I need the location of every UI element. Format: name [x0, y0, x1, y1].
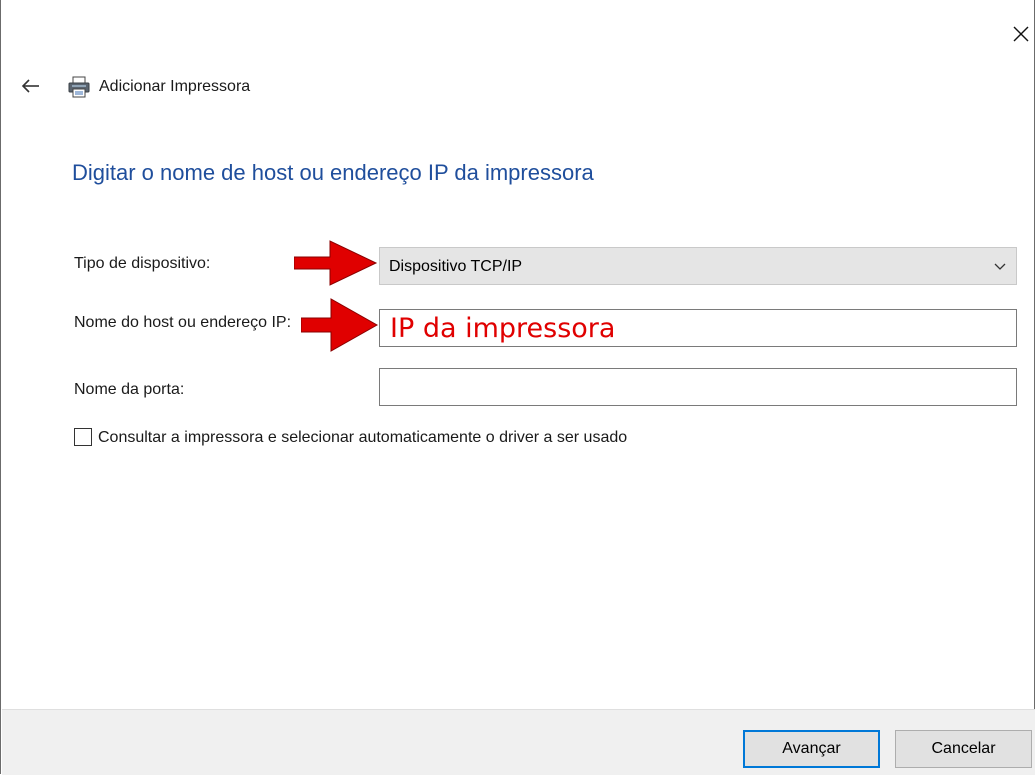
close-icon — [1013, 26, 1029, 42]
close-button[interactable] — [1005, 18, 1036, 50]
auto-driver-label[interactable]: Consultar a impressora e selecionar auto… — [98, 429, 627, 447]
device-type-select[interactable]: Dispositivo TCP/IP — [379, 247, 1017, 285]
device-type-label: Tipo de dispositivo: — [74, 255, 211, 272]
port-label: Nome da porta: — [74, 381, 185, 398]
device-type-selected-value: Dispositivo TCP/IP — [389, 258, 523, 275]
port-input[interactable] — [379, 368, 1017, 406]
next-button[interactable]: Avançar — [743, 730, 880, 768]
footer-bar: Avançar Cancelar — [2, 709, 1035, 775]
page-heading: Digitar o nome de host ou endereço IP da… — [72, 160, 594, 185]
host-input[interactable] — [379, 309, 1017, 347]
cancel-button[interactable]: Cancelar — [895, 730, 1032, 768]
back-arrow-icon — [21, 79, 39, 93]
red-arrow-icon — [294, 240, 378, 286]
window-title: Adicionar Impressora — [99, 78, 251, 95]
red-arrow-icon — [301, 298, 379, 352]
host-label: Nome do host ou endereço IP: — [74, 314, 292, 331]
add-printer-window: Adicionar Impressora Digitar o nome de h… — [0, 0, 1036, 775]
chevron-down-icon — [994, 263, 1006, 270]
auto-driver-checkbox[interactable] — [74, 428, 92, 446]
back-button[interactable] — [19, 74, 43, 98]
printer-icon — [67, 76, 91, 98]
